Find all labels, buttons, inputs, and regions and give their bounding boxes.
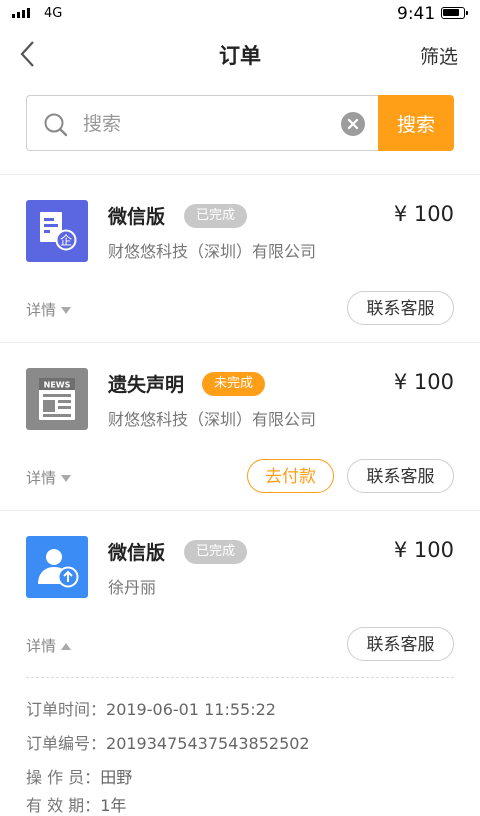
order-number-label: 订单编号： — [26, 734, 107, 753]
signal-icon — [12, 8, 30, 18]
order-time-label: 订单时间： — [26, 700, 107, 719]
network-type: 4G — [44, 6, 63, 21]
status-bar: 4G 9:41 — [0, 0, 480, 30]
detail-label: 详情 — [26, 469, 57, 487]
detail-label: 详情 — [26, 301, 57, 319]
detail-toggle[interactable]: 详情 — [26, 299, 72, 320]
news-icon: NEWS — [26, 368, 88, 430]
status-badge: 已完成 — [184, 540, 248, 564]
pay-button[interactable]: 去付款 — [247, 459, 334, 493]
order-price: ¥ 100 — [393, 538, 454, 562]
clear-button[interactable] — [341, 112, 365, 136]
battery-icon — [441, 7, 468, 19]
detail-label: 详情 — [26, 637, 57, 655]
order-card: NEWS 遗失声明 未完成 财悠悠科技（深圳）有限公司 ¥ 100 详情 去付款… — [0, 342, 480, 510]
back-button[interactable] — [18, 40, 38, 68]
order-name: 微信版 — [108, 542, 166, 564]
order-price: ¥ 100 — [393, 370, 454, 394]
status-badge: 已完成 — [184, 204, 248, 228]
contact-service-button[interactable]: 联系客服 — [347, 291, 454, 325]
search-bar: 搜索 — [26, 95, 454, 151]
validity-label: 有 效 期： — [26, 796, 101, 815]
operator-value: 田野 — [100, 768, 133, 787]
contact-service-button[interactable]: 联系客服 — [347, 627, 454, 661]
nav-bar: 订单 筛选 — [0, 30, 480, 80]
order-card: 微信版 已完成 徐丹丽 ¥ 100 详情 联系客服 订单时间：2019-06-0… — [0, 510, 480, 815]
caret-down-icon — [61, 307, 72, 314]
user-upload-icon — [26, 536, 88, 598]
order-name: 遗失声明 — [108, 374, 185, 396]
detail-toggle[interactable]: 详情 — [26, 635, 72, 656]
status-badge: 未完成 — [202, 372, 266, 396]
order-name: 微信版 — [108, 206, 166, 228]
document-enterprise-icon: 企 — [26, 200, 88, 262]
search-button[interactable]: 搜索 — [378, 95, 454, 151]
caret-down-icon — [61, 475, 72, 482]
operator-row: 操 作 员：田野 — [26, 764, 132, 788]
customer-name: 徐丹丽 — [108, 578, 157, 597]
svg-text:企: 企 — [60, 233, 72, 248]
contact-service-button[interactable]: 联系客服 — [347, 459, 454, 493]
search-field — [26, 95, 378, 151]
detail-toggle[interactable]: 详情 — [26, 467, 72, 488]
svg-text:NEWS: NEWS — [44, 381, 71, 390]
search-input[interactable] — [81, 108, 335, 140]
order-time-value: 2019-06-01 11:55:22 — [106, 700, 276, 719]
order-card: 企 微信版 已完成 财悠悠科技（深圳）有限公司 ¥ 100 详情 联系客服 — [0, 174, 480, 342]
order-number-row: 订单编号：20193475437543852502 — [26, 730, 310, 754]
order-number-value: 20193475437543852502 — [106, 734, 310, 753]
dashed-divider — [26, 677, 454, 678]
caret-up-icon — [61, 643, 72, 650]
operator-label: 操 作 员： — [26, 768, 101, 787]
order-time-row: 订单时间：2019-06-01 11:55:22 — [26, 696, 276, 720]
close-icon — [347, 118, 359, 130]
status-time: 9:41 — [397, 4, 436, 24]
validity-value: 1年 — [100, 796, 127, 815]
search-icon — [44, 113, 68, 137]
company-name: 财悠悠科技（深圳）有限公司 — [108, 242, 317, 261]
company-name: 财悠悠科技（深圳）有限公司 — [108, 410, 317, 429]
page-title: 订单 — [219, 44, 261, 68]
chevron-left-icon — [20, 41, 34, 67]
order-price: ¥ 100 — [393, 202, 454, 226]
filter-button[interactable]: 筛选 — [420, 42, 458, 69]
validity-row: 有 效 期：1年 — [26, 792, 126, 816]
